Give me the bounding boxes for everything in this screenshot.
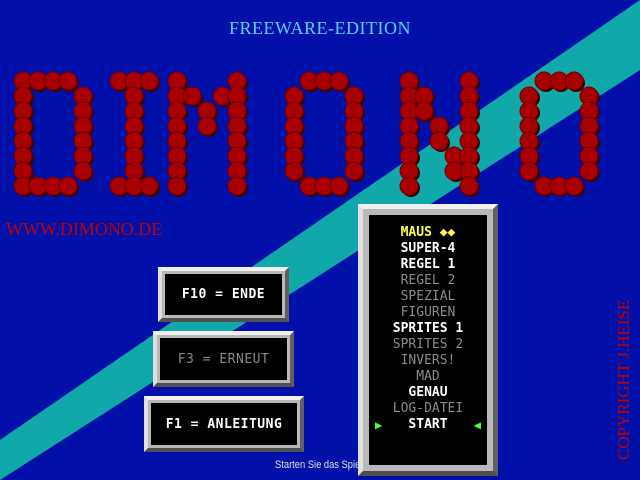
menu-item[interactable]: SPEZIAL (369, 289, 487, 304)
logo-dot (139, 71, 159, 91)
logo-dot (73, 161, 93, 181)
options-menu: MAUS ◆◆ SUPER-4 REGEL 1 REGEL 2 SPEZIAL FIGUR… (358, 204, 498, 476)
manual-button[interactable]: F1 = ANLEITUNG (144, 396, 304, 452)
logo-dot (399, 176, 419, 196)
logo-dot (579, 161, 599, 181)
logo-dot (414, 101, 434, 121)
logo-dot (564, 176, 584, 196)
restart-button-label: F3 = ERNEUT (160, 338, 287, 380)
logo-dot (197, 116, 217, 136)
status-bar: Starten Sie das Spiel. (275, 459, 365, 471)
menu-item[interactable]: SUPER-4 (369, 241, 487, 256)
logo-dot (329, 71, 349, 91)
copyright-text: COPYRIGHT J.HEISE (614, 299, 633, 460)
logo-dot (58, 71, 78, 91)
quit-button-label: F10 = ENDE (165, 274, 282, 315)
website-url[interactable]: WWW.DIMONO.DE (6, 219, 162, 240)
logo-dot (227, 176, 247, 196)
menu-item[interactable]: SPRITES 2 (369, 337, 487, 352)
logo-dot (167, 176, 187, 196)
restart-button[interactable]: F3 = ERNEUT (153, 331, 294, 387)
menu-item[interactable]: INVERS! (369, 353, 487, 368)
logo-dot (564, 71, 584, 91)
logo-dot (459, 176, 479, 196)
logo-dot (58, 176, 78, 196)
logo-dot (182, 86, 202, 106)
menu-item[interactable]: MAD (369, 369, 487, 384)
logo-dot (329, 176, 349, 196)
menu-item[interactable]: REGEL 1 (369, 257, 487, 272)
options-menu-list: MAUS ◆◆ SUPER-4 REGEL 1 REGEL 2 SPEZIAL FIGUR… (369, 215, 487, 465)
menu-item[interactable]: LOG-DATEI (369, 401, 487, 416)
logo-dot (139, 176, 159, 196)
dimono-logo (13, 71, 600, 197)
logo-dot (284, 161, 304, 181)
menu-item[interactable]: GENAU (369, 385, 487, 400)
logo-dot (429, 131, 449, 151)
logo-dot (344, 161, 364, 181)
quit-button[interactable]: F10 = ENDE (158, 267, 289, 322)
menu-item[interactable]: SPRITES 1 (369, 321, 487, 336)
start-menu-item[interactable]: START (369, 417, 487, 432)
logo-dot (519, 161, 539, 181)
menu-item[interactable]: FIGUREN (369, 305, 487, 320)
manual-button-label: F1 = ANLEITUNG (151, 403, 297, 445)
menu-item[interactable]: MAUS ◆◆ (369, 225, 487, 240)
menu-item[interactable]: REGEL 2 (369, 273, 487, 288)
